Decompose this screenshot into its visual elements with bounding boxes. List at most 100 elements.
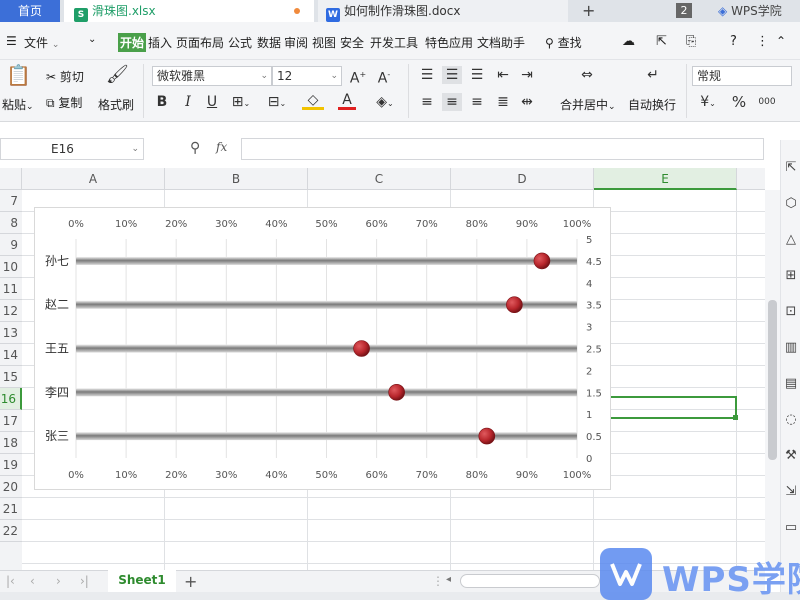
decrease-indent-icon[interactable]: ⇤	[494, 66, 512, 84]
menu-item-insert[interactable]: 插入	[148, 34, 172, 51]
menu-item-doc-assistant[interactable]: 文档助手	[477, 34, 525, 51]
merge-center-button[interactable]: 合并居中⌄	[560, 96, 616, 113]
font-color-icon[interactable]: A	[338, 93, 356, 110]
tab-home[interactable]: 首页	[0, 0, 60, 22]
style-icon[interactable]: △	[781, 232, 800, 247]
shapes-icon[interactable]: ⬡	[781, 196, 800, 211]
menu-item-start[interactable]: 开始	[118, 33, 147, 52]
slider-bead-chart[interactable]: 0% 0% 10% 10% 20% 20% 30% 30% 40% 40% 50% 50% 60% 60%…	[34, 207, 611, 490]
currency-icon[interactable]: ¥⌄	[696, 93, 720, 113]
help-icon[interactable]: ?	[730, 34, 737, 49]
scroll-menu-icon[interactable]: ⋮	[432, 574, 444, 588]
row-header-selected[interactable]: 16	[0, 388, 22, 410]
format-painter-button[interactable]: 格式刷	[98, 96, 134, 113]
file-menu[interactable]: 文件 ⌄	[24, 34, 59, 51]
quick-access-chevron-icon[interactable]: ⌄	[88, 34, 96, 45]
menu-item-security[interactable]: 安全	[340, 34, 364, 51]
borders-icon[interactable]: ⊞⌄	[230, 93, 252, 113]
font-name-select[interactable]: 微软雅黑 ⌄	[152, 66, 272, 86]
column-header-d[interactable]: D	[451, 168, 594, 190]
row-header[interactable]: 15	[0, 366, 22, 388]
collaborate-icon[interactable]: ⎘	[686, 34, 696, 49]
row-header[interactable]: 22	[0, 520, 22, 542]
merge-cells-icon[interactable]: ⊟⌄	[266, 93, 288, 113]
row-header[interactable]: 7	[0, 190, 22, 212]
menu-item-review[interactable]: 审阅	[284, 34, 308, 51]
first-sheet-icon[interactable]: |‹	[6, 574, 15, 588]
tools-icon[interactable]: ⚒	[781, 448, 800, 463]
next-sheet-icon[interactable]: ›	[56, 574, 61, 588]
row-header[interactable]: 9	[0, 234, 22, 256]
distributed-icon[interactable]: ⇹	[518, 93, 536, 111]
align-bottom-icon[interactable]: ☰	[468, 66, 486, 84]
align-middle-icon[interactable]: ☰	[442, 66, 462, 84]
merge-center-icon[interactable]: ⇔	[574, 66, 600, 84]
tab-spreadsheet-file[interactable]: S 滑珠图.xlsx	[64, 0, 314, 22]
row-header[interactable]: 12	[0, 300, 22, 322]
vertical-scroll-thumb[interactable]	[768, 300, 777, 460]
share-icon[interactable]: ⇱	[656, 34, 667, 49]
underline-button[interactable]: U	[204, 93, 220, 111]
column-header-a[interactable]: A	[22, 168, 165, 190]
formula-input[interactable]	[241, 138, 764, 160]
row-header[interactable]: 8	[0, 212, 22, 234]
chart-icon[interactable]: ▥	[781, 340, 800, 355]
zoom-lookup-icon[interactable]: ⚲	[190, 140, 200, 156]
align-right-icon[interactable]: ≡	[468, 93, 486, 111]
increase-indent-icon[interactable]: ⇥	[518, 66, 536, 84]
menu-item-data[interactable]: 数据	[257, 34, 281, 51]
align-top-icon[interactable]: ☰	[418, 66, 436, 84]
select-pointer-icon[interactable]: ⇱	[781, 160, 800, 175]
horizontal-scroll-thumb[interactable]	[460, 574, 600, 588]
italic-button[interactable]: I	[180, 93, 196, 111]
row-header[interactable]: 17	[0, 410, 22, 432]
decrease-font-icon[interactable]: A-	[374, 66, 394, 88]
circle-icon[interactable]: ◌	[781, 412, 800, 427]
fill-color-icon[interactable]: ◇	[302, 93, 324, 110]
cloud-sync-icon[interactable]: ☁	[622, 34, 635, 49]
fx-button[interactable]: fx	[216, 140, 227, 154]
row-header[interactable]: 19	[0, 454, 22, 476]
sheet-tab-sheet1[interactable]: Sheet1	[108, 570, 176, 592]
font-size-select[interactable]: 12 ⌄	[272, 66, 342, 86]
clear-format-icon[interactable]: ◈⌄	[374, 93, 396, 113]
align-center-icon[interactable]: ≡	[442, 93, 462, 111]
name-box[interactable]: E16 ⌄	[0, 138, 144, 160]
previous-sheet-icon[interactable]: ‹	[30, 574, 35, 588]
search-button[interactable]: ⚲ 查找	[545, 34, 582, 51]
row-header[interactable]: 21	[0, 498, 22, 520]
archive-icon[interactable]: ▭	[781, 520, 800, 535]
collapse-ribbon-icon[interactable]: ⌃	[776, 34, 786, 48]
increase-font-icon[interactable]: A+	[348, 66, 368, 88]
align-left-icon[interactable]: ≡	[418, 93, 436, 111]
paste-icon[interactable]: 📋	[6, 65, 31, 85]
row-header[interactable]: 13	[0, 322, 22, 344]
row-header[interactable]: 20	[0, 476, 22, 498]
last-sheet-icon[interactable]: ›|	[80, 574, 89, 588]
hamburger-menu-icon[interactable]: ☰	[6, 34, 17, 48]
apps-grid-icon[interactable]: ⊡	[781, 304, 800, 319]
wrap-text-icon[interactable]: ↵	[640, 66, 666, 84]
bold-button[interactable]: B	[154, 93, 170, 111]
column-header-e[interactable]: E	[594, 168, 737, 190]
row-header[interactable]: 11	[0, 278, 22, 300]
justify-icon[interactable]: ≣	[494, 93, 512, 111]
row-header[interactable]: 18	[0, 432, 22, 454]
selected-cell[interactable]	[593, 396, 737, 419]
menu-item-view[interactable]: 视图	[312, 34, 336, 51]
more-icon[interactable]: ⋮	[756, 34, 769, 49]
export-icon[interactable]: ⇲	[781, 484, 800, 499]
table-icon[interactable]: ⊞	[781, 268, 800, 283]
thousands-separator-icon[interactable]: 000	[756, 93, 778, 111]
window-count-badge[interactable]: 2	[676, 3, 692, 18]
new-tab-plus-icon[interactable]: +	[582, 0, 598, 22]
paste-button[interactable]: 粘贴⌄	[2, 96, 34, 113]
copy-button[interactable]: ⧉ 复制	[46, 94, 82, 111]
menu-item-page-layout[interactable]: 页面布局	[176, 34, 224, 51]
tab-document-file[interactable]: W 如何制作滑珠图.docx	[318, 0, 568, 22]
menu-item-formulas[interactable]: 公式	[228, 34, 252, 51]
document-icon[interactable]: ▤	[781, 376, 800, 391]
number-format-select[interactable]: 常规	[692, 66, 792, 86]
cut-button[interactable]: ✂ 剪切	[46, 68, 84, 85]
percent-button[interactable]: %	[730, 93, 748, 111]
